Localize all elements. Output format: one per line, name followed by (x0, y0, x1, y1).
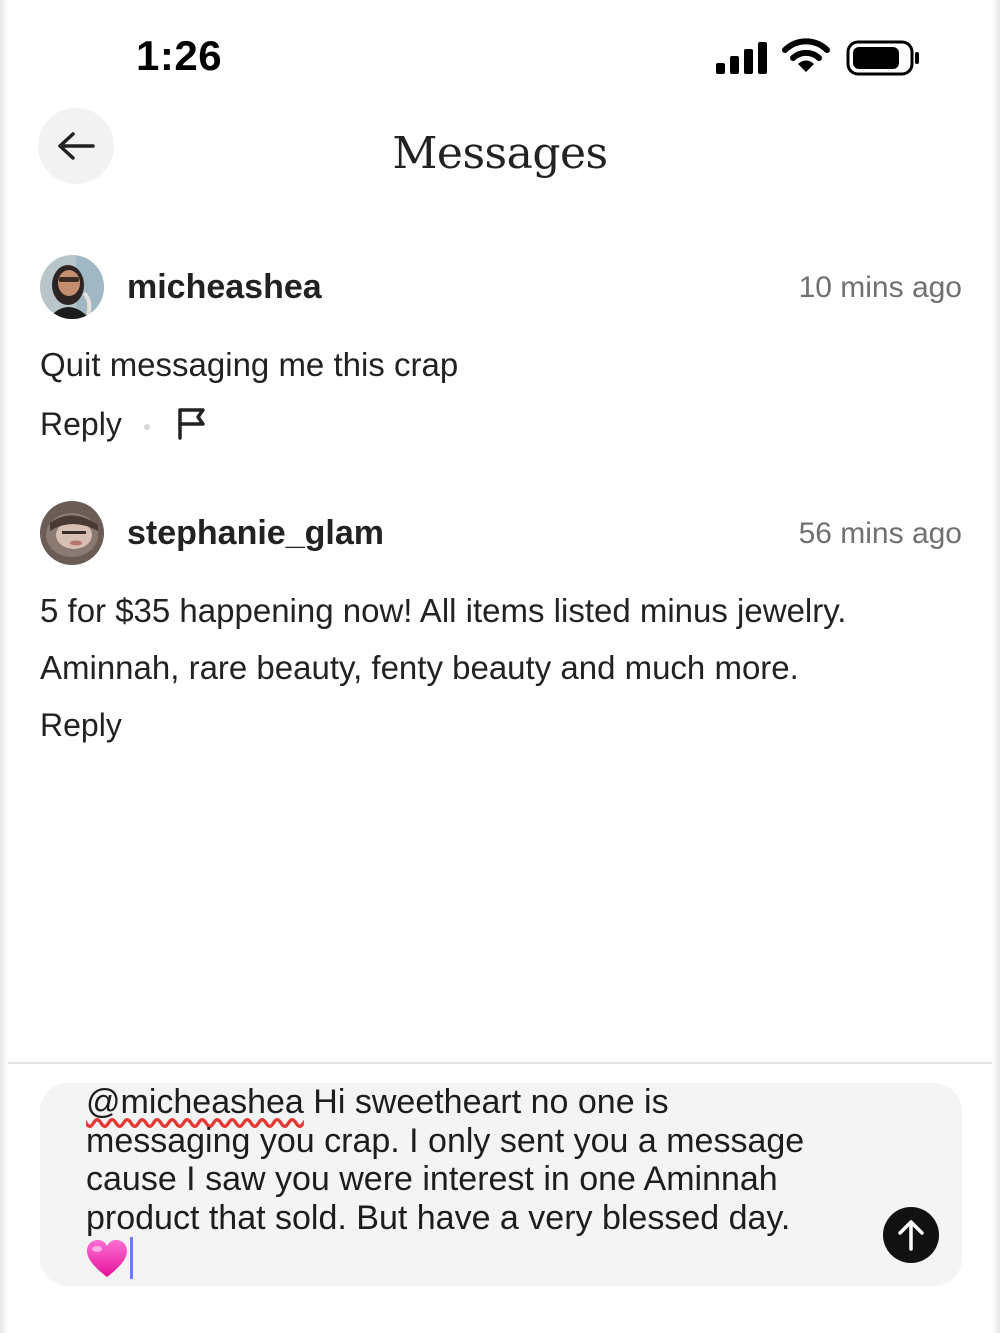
battery-icon (846, 40, 919, 76)
right-edge-shadow (992, 0, 1000, 1333)
cellular-signal-icon (716, 42, 767, 74)
message-timestamp: 56 mins ago (798, 517, 962, 550)
message-username[interactable]: micheashea (127, 268, 322, 307)
pink-heart-icon (87, 1240, 127, 1278)
text-caret (130, 1237, 133, 1280)
arrow-up-icon (898, 1220, 924, 1251)
message-composer[interactable]: @micheashea Hi sweetheart no one is mess… (40, 1083, 962, 1286)
separator-dot (144, 424, 150, 430)
composer-line: @micheashea Hi sweetheart no one is (86, 1083, 866, 1122)
avatar[interactable] (40, 501, 104, 565)
composer-divider (8, 1062, 992, 1064)
message-timestamp: 10 mins ago (798, 271, 962, 304)
message-text-line: Aminnah, rare beauty, fenty beauty and m… (40, 649, 799, 686)
message-text-line: 5 for $35 happening now! All items liste… (40, 592, 847, 629)
mention-tag: @micheashea (86, 1083, 304, 1121)
message-item: stephanie_glam 56 mins ago 5 for $35 hap… (40, 501, 962, 761)
message-username[interactable]: stephanie_glam (127, 514, 384, 553)
status-bar: 1:26 (0, 0, 1000, 110)
status-time: 1:26 (136, 32, 223, 79)
message-text: Quit messaging me this crap (40, 346, 459, 383)
composer-line: messaging you crap. I only sent you a me… (86, 1121, 805, 1160)
screen: 1:26 Messages micheashea 10 mins ago Qui… (0, 0, 1000, 1333)
avatar[interactable] (40, 255, 104, 319)
composer-input[interactable]: @micheashea Hi sweetheart no one is mess… (86, 1083, 866, 1281)
send-button[interactable] (883, 1207, 939, 1263)
reply-button[interactable]: Reply (40, 406, 122, 443)
flag-icon[interactable] (176, 406, 208, 440)
composer-line: cause I saw you were interest in one Ami… (86, 1160, 778, 1198)
composer-line (86, 1237, 866, 1281)
message-item: micheashea 10 mins ago Quit messaging me… (40, 255, 962, 455)
composer-line: product that sold. But have a very bless… (86, 1198, 791, 1237)
page-title: Messages (392, 128, 608, 179)
wifi-icon (782, 38, 830, 72)
reply-button[interactable]: Reply (40, 707, 122, 744)
left-edge-shadow (0, 0, 8, 1333)
composer-text-segment: Hi sweetheart no one is (303, 1083, 669, 1121)
